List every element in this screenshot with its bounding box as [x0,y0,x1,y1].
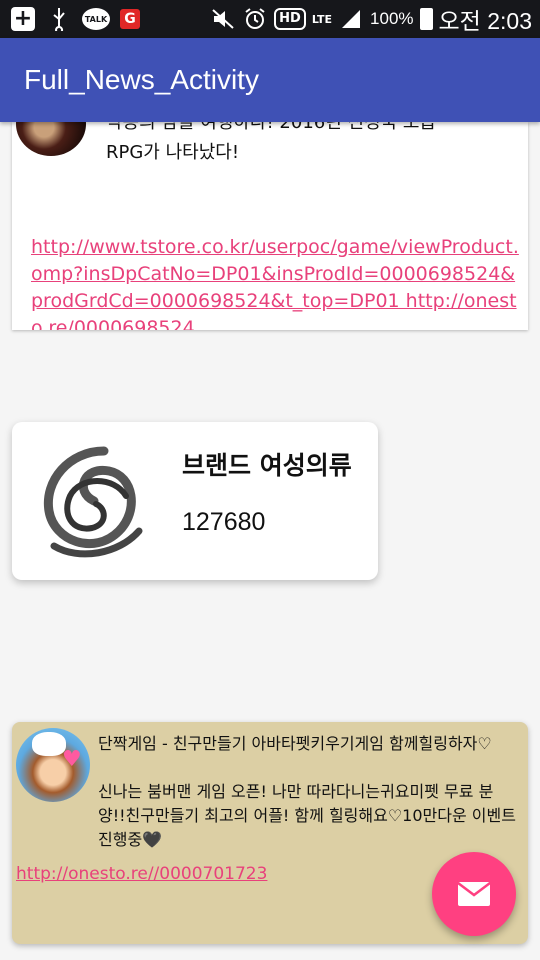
ad-title: 단짝게임 - 친구만들기 아바타펫키우기게임 함께힐링하자♡ [98,734,492,753]
usb-icon [46,6,72,32]
news-text: 악몽의 밤을 여행하다! 2016년 신정국 모습 RPG가 나타났다! [106,122,437,163]
brand-card[interactable]: 브랜드 여성의류 127680 [12,422,378,580]
kakaotalk-icon: TALK [82,8,110,30]
game-character-avatar: ♥ [16,728,90,802]
page-title: Full_News_Activity [24,64,259,95]
mail-icon [457,882,491,906]
news-card-top[interactable]: 악몽의 밤을 여행하다! 2016년 신정국 모습 RPG가 나타났다! htt… [12,122,528,330]
game-avatar-image [16,122,86,156]
battery-percent: 100% [370,9,414,28]
mail-fab-button[interactable] [432,852,516,936]
ad-link[interactable]: http://onesto.re//0000701723 [16,864,267,884]
app-notification-icon: G [120,9,140,29]
brand-number: 127680 [182,508,266,536]
mute-icon [210,6,236,32]
battery-icon [419,8,433,30]
ad-description: 신나는 붐버맨 게임 오픈! 나만 따라다니는귀요미펫 무료 분양!!친구만들기… [98,782,516,849]
hd-voice-icon: HD [274,8,306,30]
clock: 오전 2:03 [438,8,532,34]
app-bar: Full_News_Activity [0,38,540,122]
status-bar: + TALK G HD LTE 100% 오전 2:03 [0,0,540,38]
brand-title: 브랜드 여성의류 [182,451,352,480]
cat-icon [32,732,66,756]
heart-icon: ♥ [62,747,82,772]
signal-icon [338,6,364,32]
lte-icon: LTE [311,12,333,26]
store-link[interactable]: http://www.tstore.co.kr/userpoc/game/vie… [31,234,523,330]
swirl-logo-image [43,446,143,558]
add-notification-icon: + [10,6,36,32]
alarm-icon [242,6,268,32]
